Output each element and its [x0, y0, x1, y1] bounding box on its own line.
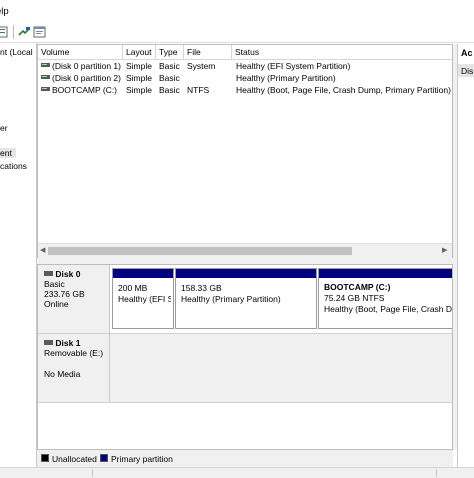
volume-layout: Simple [126, 73, 152, 83]
table-row[interactable]: (Disk 0 partition 2) Simple Basic Health… [38, 72, 452, 84]
volume-status: Healthy (Boot, Page File, Crash Dump, Pr… [236, 85, 451, 95]
legend-swatch-unallocated [41, 454, 49, 462]
scroll-left-icon[interactable]: ◀ [40, 246, 45, 254]
table-row[interactable]: (Disk 0 partition 1) Simple Basic Health… [38, 60, 452, 72]
volume-layout: Simple [126, 61, 152, 71]
partition-bar [176, 269, 316, 278]
menu-bar: elp [0, 0, 474, 22]
volume-name: BOOTCAMP (C:) [52, 85, 118, 95]
volume-file-system: NTFS [187, 85, 210, 95]
legend-label-unallocated: Unallocated [52, 454, 97, 464]
column-header-layout[interactable]: Layout [123, 45, 156, 59]
partition-size: 75.24 GB NTFS [324, 293, 385, 303]
partition-size: 158.33 GB [181, 283, 222, 293]
column-header-status[interactable]: Status [232, 45, 452, 59]
disk-size: 233.76 GB [44, 289, 85, 299]
column-header-file-system[interactable]: File System [184, 45, 232, 71]
toolbar [0, 22, 474, 43]
volume-status: Healthy (Primary Partition) [236, 73, 336, 83]
tree-item-device-manager[interactable]: er [0, 123, 8, 133]
partition-status: Healthy (Primary Partition) [181, 294, 281, 304]
partition-primary[interactable]: 158.33 GB Healthy (Primary Partition) [175, 268, 317, 329]
volume-icon [41, 84, 50, 96]
legend-label-primary: Primary partition [111, 454, 173, 464]
toolbar-separator [13, 25, 14, 39]
menu-help[interactable]: elp [0, 6, 9, 17]
tree-item-disk-management[interactable]: ent [0, 148, 16, 158]
partition-status: Healthy (Boot, Page File, Crash Du [324, 304, 452, 314]
horizontal-scrollbar[interactable]: ◀ ▶ [38, 243, 452, 258]
partition-bootcamp[interactable]: BOOTCAMP (C:) 75.24 GB NTFS Healthy (Boo… [318, 268, 452, 329]
disk-1-label[interactable]: Disk 1 Removable (E:) No Media [38, 334, 110, 402]
table-row[interactable]: BOOTCAMP (C:) Simple Basic NTFS Healthy … [38, 84, 452, 96]
scrollbar-thumb[interactable] [48, 247, 352, 255]
disk-1-empty-area[interactable] [110, 334, 452, 402]
column-header-volume[interactable]: Volume [38, 45, 123, 59]
volume-name: (Disk 0 partition 1) [52, 61, 121, 71]
partition-title: BOOTCAMP (C:) [324, 282, 391, 292]
actions-item-label: Dis [461, 66, 474, 76]
volume-layout: Simple [126, 85, 152, 95]
status-divider [436, 469, 437, 477]
connect-icon[interactable] [17, 25, 31, 39]
column-header-type[interactable]: Type [156, 45, 184, 59]
help-panel-icon[interactable] [33, 25, 47, 39]
disk-icon [44, 338, 53, 348]
tree-item-computer-management[interactable]: nt (Local [0, 47, 33, 57]
disk-state: Online [44, 299, 69, 309]
volume-list: Volume Layout Type File System Status (D… [37, 44, 453, 258]
disk-icon [44, 269, 53, 279]
disk-type: Basic [44, 279, 65, 289]
actions-item[interactable]: Dis [458, 64, 474, 77]
legend-swatch-primary [100, 454, 108, 462]
legend-bar: Unallocated Primary partition [37, 450, 453, 467]
disk-state: No Media [44, 369, 81, 379]
properties-icon[interactable] [0, 25, 10, 39]
disk-name: Disk 1 [55, 338, 81, 348]
volume-type: Basic [159, 85, 180, 95]
partition-size: 200 MB [118, 283, 148, 293]
volume-status: Healthy (EFI System Partition) [236, 61, 351, 71]
volume-type: Basic [159, 73, 180, 83]
partition-bar [113, 269, 173, 278]
partition-status: Healthy (EFI Sy [118, 294, 171, 304]
volume-type: Basic [159, 61, 180, 71]
disk-divider [38, 402, 452, 403]
status-divider [92, 469, 93, 477]
disk-0-label[interactable]: Disk 0 Basic 233.76 GB Online [38, 265, 110, 333]
scroll-right-icon[interactable]: ▶ [442, 246, 447, 254]
console-tree: nt (Local er ent cations [0, 43, 37, 467]
partition-bar [319, 269, 452, 278]
volume-name: (Disk 0 partition 2) [52, 73, 121, 83]
disk-name: Disk 0 [55, 269, 81, 279]
actions-pane: Ac Dis [457, 44, 474, 467]
partition-efi[interactable]: 200 MB Healthy (EFI Sy [112, 268, 174, 329]
disk-type: Removable (E:) [44, 348, 104, 358]
tree-item-services-applications[interactable]: cations [0, 161, 27, 171]
volume-icon [41, 60, 50, 72]
status-bar [0, 467, 474, 478]
volume-list-header: Volume Layout Type File System Status [38, 45, 452, 71]
volume-icon [41, 72, 50, 84]
actions-title: Ac [461, 48, 473, 58]
disk-view: Disk 0 Basic 233.76 GB Online 200 MB Hea… [37, 264, 453, 450]
